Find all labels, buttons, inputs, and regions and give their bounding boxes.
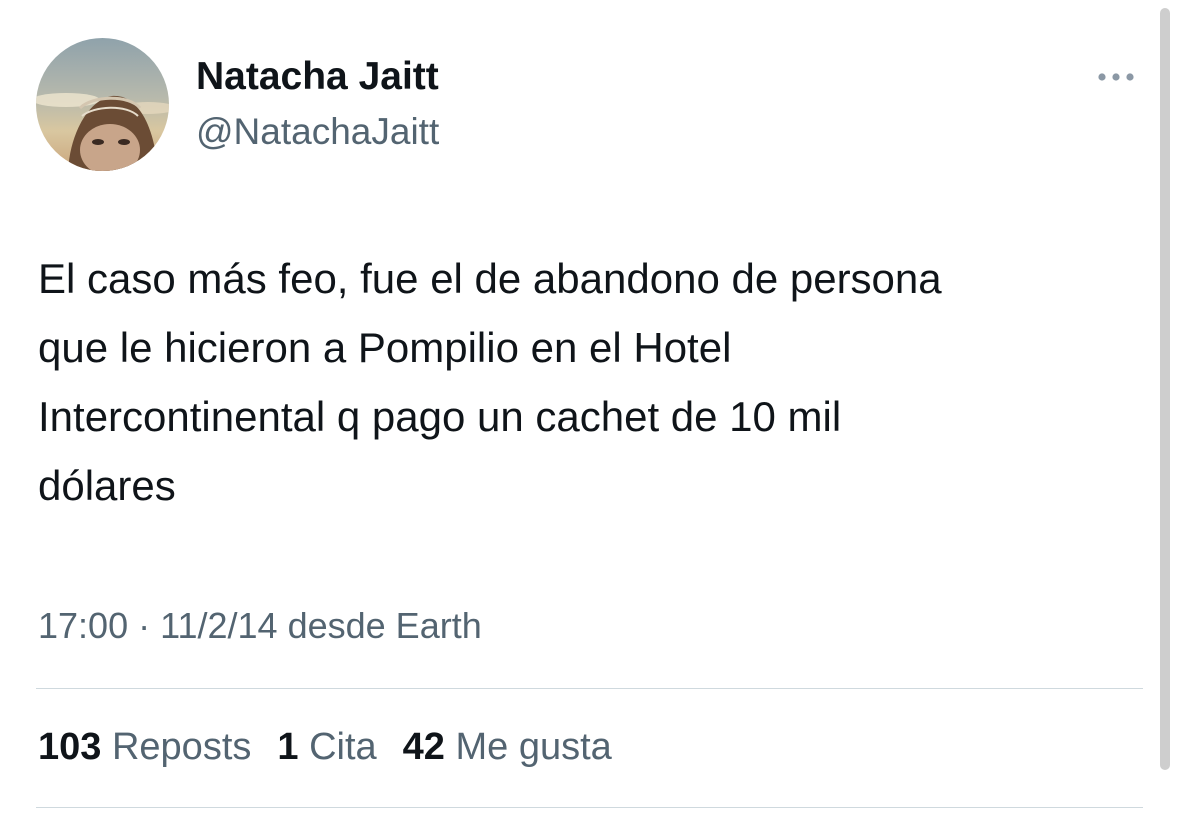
tweet-source: desde Earth bbox=[287, 605, 482, 646]
divider bbox=[36, 688, 1143, 689]
scrollbar[interactable] bbox=[1160, 8, 1170, 770]
tweet-text: El caso más feo, fue el de abandono de p… bbox=[38, 255, 942, 509]
avatar-photo bbox=[36, 38, 169, 171]
engagement-stats: 103 Reposts 1 Cita 42 Me gusta bbox=[38, 722, 638, 772]
tweet-meta: 17:00 · 11/2/14 desde Earth bbox=[38, 601, 482, 651]
likes-stat[interactable]: 42 Me gusta bbox=[403, 722, 612, 772]
meta-separator: · bbox=[138, 605, 151, 646]
quotes-stat[interactable]: 1 Cita bbox=[277, 722, 376, 772]
tweet-date[interactable]: 11/2/14 bbox=[160, 605, 277, 646]
avatar[interactable] bbox=[36, 38, 169, 171]
likes-count: 42 bbox=[402, 726, 445, 768]
tweet-time[interactable]: 17:00 bbox=[38, 605, 128, 646]
reposts-stat[interactable]: 103 Reposts bbox=[38, 722, 251, 772]
username-handle[interactable]: @NatachaJaitt bbox=[196, 110, 439, 154]
display-name[interactable]: Natacha Jaitt bbox=[196, 54, 439, 100]
likes-label: Me gusta bbox=[455, 726, 612, 768]
reposts-label: Reposts bbox=[111, 726, 252, 768]
quotes-label: Cita bbox=[309, 726, 377, 768]
divider bbox=[36, 807, 1143, 808]
reposts-count: 103 bbox=[38, 726, 102, 768]
more-dots-icon[interactable] bbox=[1092, 62, 1142, 92]
quotes-count: 1 bbox=[277, 726, 299, 768]
